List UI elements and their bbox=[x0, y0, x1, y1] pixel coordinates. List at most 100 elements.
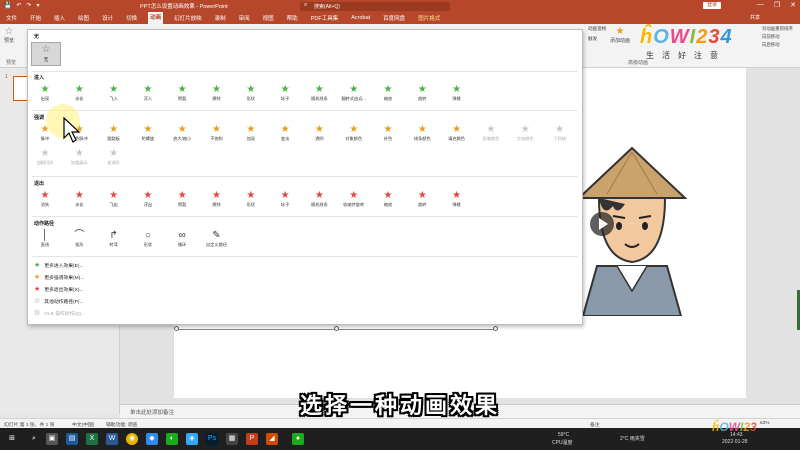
chrome-icon[interactable]: ◉ bbox=[126, 433, 138, 445]
exit-effect[interactable]: ★ 劈裂 bbox=[165, 190, 199, 208]
app-icon[interactable]: ▦ bbox=[226, 433, 238, 445]
app-icon[interactable]: ▤ bbox=[66, 433, 78, 445]
entrance-effect[interactable]: ★ 随机线条 bbox=[302, 84, 336, 102]
language-indicator[interactable]: 中文(中国) bbox=[72, 421, 94, 428]
entrance-effect[interactable]: ★ 擦除 bbox=[200, 84, 234, 102]
more-emphasis-effects[interactable]: ★ 更多强调效果(M)... bbox=[34, 273, 84, 281]
tab-record[interactable]: 录制 bbox=[213, 13, 228, 23]
app-icon[interactable]: ◢ bbox=[266, 433, 278, 445]
tab-transitions[interactable]: 切换 bbox=[124, 13, 139, 23]
minimize-icon[interactable]: — bbox=[757, 1, 764, 9]
play-video-button[interactable] bbox=[590, 212, 614, 236]
share-button[interactable]: 共享 bbox=[750, 14, 760, 21]
entrance-effect[interactable]: ★ 出现 bbox=[28, 84, 62, 102]
tab-acrobat[interactable]: Acrobat bbox=[349, 14, 372, 22]
emphasis-effect[interactable]: ★ 跷跷板 bbox=[97, 124, 131, 142]
motion-path-effect[interactable]: │ 直线 bbox=[28, 230, 62, 248]
tab-design[interactable]: 设计 bbox=[100, 13, 115, 23]
emphasis-effect[interactable]: ★ 放大/缩小 bbox=[165, 124, 199, 142]
emphasis-effect[interactable]: ★ 陀螺旋 bbox=[131, 124, 165, 142]
login-button[interactable]: 登录 bbox=[703, 2, 722, 9]
exit-effect[interactable]: ★ 消失 bbox=[28, 190, 62, 208]
tab-view[interactable]: 视图 bbox=[261, 13, 276, 23]
resize-handle[interactable] bbox=[493, 326, 498, 331]
trigger-button[interactable]: 触发 bbox=[588, 36, 597, 42]
exit-effect[interactable]: ★ 收缩并旋转 bbox=[337, 190, 371, 208]
redo-icon[interactable]: ↷ bbox=[27, 2, 32, 9]
weather[interactable]: 2°C 雨夹雪 bbox=[620, 435, 645, 442]
entrance-effect[interactable]: ★ 轮子 bbox=[268, 84, 302, 102]
notes-toggle[interactable]: 备注 bbox=[590, 421, 600, 428]
word-icon[interactable]: W bbox=[106, 433, 118, 445]
windows-start-icon[interactable]: ⊞ bbox=[6, 433, 18, 445]
tab-insert[interactable]: 插入 bbox=[52, 13, 67, 23]
motion-path-effect[interactable]: ⌒ 弧形 bbox=[62, 230, 96, 248]
exit-effect[interactable]: ★ 浮出 bbox=[131, 190, 165, 208]
entrance-effect[interactable]: ★ 弹跳 bbox=[440, 84, 474, 102]
entrance-effect[interactable]: ★ 形状 bbox=[234, 84, 268, 102]
tab-home[interactable]: 开始 bbox=[28, 13, 43, 23]
search-box[interactable]: ⌕ 搜索(Alt+Q) bbox=[300, 1, 450, 11]
save-icon[interactable]: 💾 bbox=[4, 2, 11, 9]
resize-handle[interactable] bbox=[334, 326, 339, 331]
more-exit-effects[interactable]: ★ 更多退出效果(X)... bbox=[34, 285, 83, 293]
wechat-icon[interactable]: ◐ bbox=[166, 433, 178, 445]
emphasis-effect[interactable]: ★ 线条颜色 bbox=[405, 124, 439, 142]
tab-help[interactable]: 帮助 bbox=[285, 13, 300, 23]
more-motion-paths[interactable]: ☆ 其他动作路径(P)... bbox=[34, 297, 83, 305]
exit-effect[interactable]: ★ 旋转 bbox=[405, 190, 439, 208]
add-animation-button[interactable]: ★ 添加动画 bbox=[610, 26, 630, 44]
tab-file[interactable]: 文件 bbox=[4, 13, 19, 23]
emphasis-effect[interactable]: ★ 不饱和 bbox=[200, 124, 234, 142]
emphasis-effect[interactable]: ★ 对象颜色 bbox=[337, 124, 371, 142]
powerpoint-icon[interactable]: P bbox=[246, 433, 258, 445]
exit-effect[interactable]: ★ 缩放 bbox=[371, 190, 405, 208]
tab-draw[interactable]: 绘图 bbox=[76, 13, 91, 23]
entrance-effect[interactable]: ★ 浮入 bbox=[131, 84, 165, 102]
tab-baidu-netdisk[interactable]: 百度网盘 bbox=[381, 13, 407, 23]
undo-icon[interactable]: ↶ bbox=[16, 2, 21, 9]
exit-effect[interactable]: ★ 形状 bbox=[234, 190, 268, 208]
emphasis-effect[interactable]: ★ 变淡 bbox=[268, 124, 302, 142]
exit-effect[interactable]: ★ 轮子 bbox=[268, 190, 302, 208]
emphasis-effect[interactable]: ★ 透明 bbox=[302, 124, 336, 142]
photoshop-icon[interactable]: Ps bbox=[206, 433, 218, 445]
animation-pane-button[interactable]: 动画窗格 bbox=[588, 26, 606, 32]
entrance-effect[interactable]: ★ 翻转式由远... bbox=[337, 84, 371, 102]
tab-slideshow[interactable]: 幻灯片放映 bbox=[172, 13, 204, 23]
emphasis-effect[interactable]: ★ 填充颜色 bbox=[440, 124, 474, 142]
app-icon[interactable]: ◈ bbox=[186, 433, 198, 445]
motion-path-effect[interactable]: ○ 形状 bbox=[131, 230, 165, 248]
app-icon[interactable]: ◆ bbox=[146, 433, 158, 445]
exit-effect[interactable]: ★ 随机线条 bbox=[302, 190, 336, 208]
excel-icon[interactable]: X bbox=[86, 433, 98, 445]
tab-picture-format[interactable]: 图片格式 bbox=[416, 13, 442, 23]
exit-effect[interactable]: ★ 擦除 bbox=[200, 190, 234, 208]
resize-handle[interactable] bbox=[174, 326, 179, 331]
clock-date[interactable]: 2022-01-28 bbox=[722, 439, 748, 445]
entrance-effect[interactable]: ★ 劈裂 bbox=[165, 84, 199, 102]
customize-qa-icon[interactable]: ▾ bbox=[37, 2, 40, 9]
emphasis-effect[interactable]: ★ 加深 bbox=[234, 124, 268, 142]
app-icon[interactable]: ● bbox=[292, 433, 304, 445]
motion-path-effect[interactable]: ∞ 循环 bbox=[165, 230, 199, 248]
animation-none-tile[interactable]: ☆ 无 bbox=[31, 42, 61, 66]
task-view-icon[interactable]: ▣ bbox=[46, 433, 58, 445]
preview-button[interactable]: ☆ 预览 bbox=[4, 26, 14, 44]
entrance-effect[interactable]: ★ 缩放 bbox=[371, 84, 405, 102]
entrance-effect[interactable]: ★ 飞入 bbox=[97, 84, 131, 102]
motion-path-effect[interactable]: ✎ 自定义路径 bbox=[200, 230, 234, 248]
more-entrance-effects[interactable]: ★ 更多进入效果(E)... bbox=[34, 261, 83, 269]
zoom-level[interactable]: 63% bbox=[760, 421, 770, 426]
restore-icon[interactable]: ❐ bbox=[774, 1, 780, 9]
tab-review[interactable]: 审阅 bbox=[237, 13, 252, 23]
emphasis-effect[interactable]: ★ 补色 bbox=[371, 124, 405, 142]
close-icon[interactable]: ✕ bbox=[790, 1, 796, 9]
search-icon[interactable]: ⌕ bbox=[28, 433, 40, 445]
entrance-effect[interactable]: ★ 旋转 bbox=[405, 84, 439, 102]
entrance-effect[interactable]: ★ 淡化 bbox=[62, 84, 96, 102]
exit-effect[interactable]: ★ 弹跳 bbox=[440, 190, 474, 208]
accessibility-status[interactable]: 辅助功能: 调查 bbox=[106, 421, 137, 428]
tab-pdf-tools[interactable]: PDF工具集 bbox=[309, 13, 341, 23]
exit-effect[interactable]: ★ 飞出 bbox=[97, 190, 131, 208]
